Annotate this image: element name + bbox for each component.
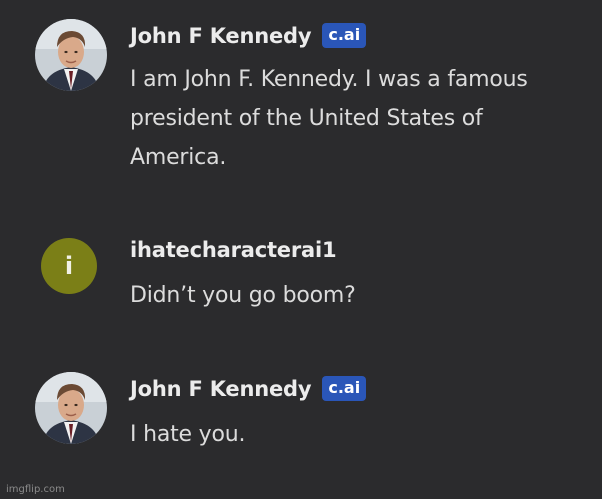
author-name[interactable]: ihatecharacterai1 [130, 238, 337, 262]
cai-badge: c.ai [322, 23, 367, 48]
avatar[interactable]: i [41, 238, 97, 294]
author-name[interactable]: John F Kennedy [130, 377, 312, 401]
message-header: ihatecharacterai1 [130, 238, 337, 262]
cai-badge: c.ai [322, 376, 367, 401]
message-header: John F Kennedy c.ai [130, 376, 367, 401]
avatar[interactable] [35, 372, 107, 444]
message-header: John F Kennedy c.ai [130, 23, 367, 48]
portrait-icon [35, 372, 107, 444]
avatar[interactable] [35, 19, 107, 91]
message-text: I hate you. [130, 422, 246, 447]
portrait-icon [35, 19, 107, 91]
chat-container: John F Kennedy c.ai I am John F. Kennedy… [0, 0, 602, 499]
author-name[interactable]: John F Kennedy [130, 24, 312, 48]
message-text: I am John F. Kennedy. I was a famous pre… [130, 67, 528, 170]
message-text: Didn’t you go boom? [130, 283, 356, 308]
watermark: imgflip.com [6, 484, 65, 495]
